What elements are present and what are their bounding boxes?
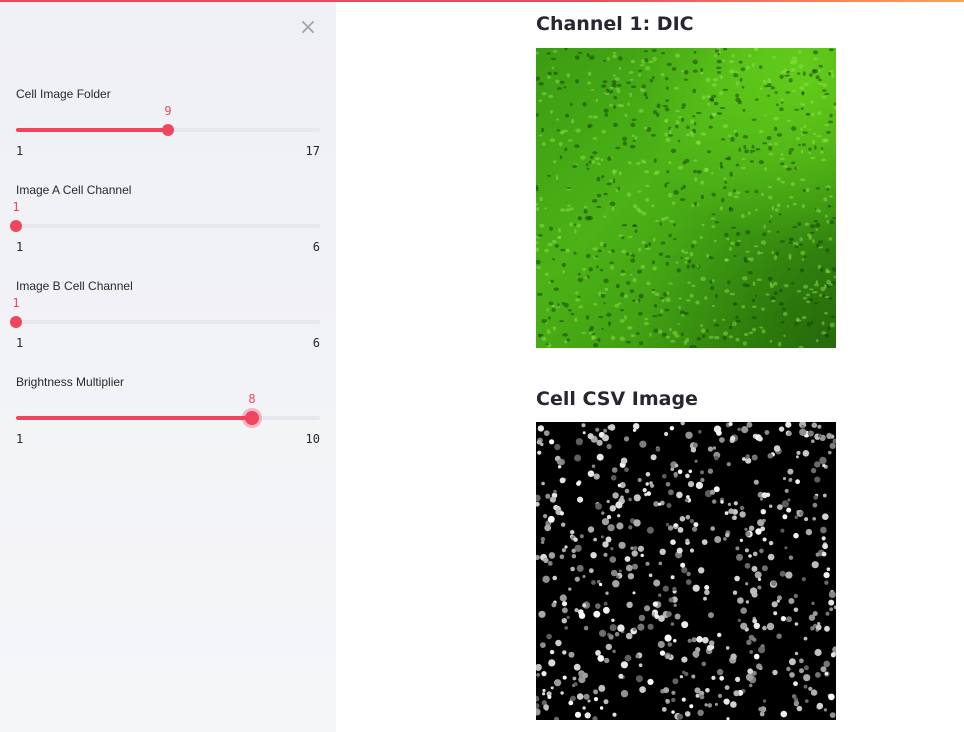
- slider-track[interactable]: [10, 316, 320, 328]
- cell-csv-heading: Cell CSV Image: [536, 388, 698, 410]
- slider-max-label: 17: [305, 144, 320, 158]
- dic-cell-texture: [536, 48, 836, 348]
- slider-min-label: 1: [16, 432, 24, 446]
- close-icon[interactable]: ×: [298, 17, 318, 39]
- slider-label: Image A Cell Channel: [16, 183, 132, 197]
- slider-image-b-cell-channel: Image B Cell Channel 1 1 6: [10, 279, 320, 350]
- slider-current-value: 1: [12, 200, 20, 214]
- slider-label: Brightness Multiplier: [16, 375, 125, 389]
- slider-fill: [16, 416, 252, 420]
- slider-track[interactable]: [16, 411, 320, 425]
- slider-max-label: 10: [305, 432, 320, 446]
- slider-max-label: 6: [312, 240, 320, 254]
- slider-brightness-multiplier: Brightness Multiplier 8 1 10: [16, 375, 320, 446]
- slider-thumb[interactable]: [245, 411, 259, 425]
- slider-min-label: 1: [16, 336, 24, 350]
- slider-fill: [16, 128, 168, 132]
- slider-current-value: 8: [248, 392, 256, 406]
- slider-min-label: 1: [16, 240, 24, 254]
- slider-track[interactable]: [16, 124, 320, 136]
- slider-track[interactable]: [10, 220, 320, 232]
- dic-channel-image: [536, 48, 836, 348]
- slider-current-value: 9: [164, 104, 172, 118]
- cell-csv-dots: [536, 422, 836, 720]
- slider-current-value: 1: [12, 296, 20, 310]
- cell-csv-image: [536, 422, 836, 720]
- slider-image-a-cell-channel: Image A Cell Channel 1 1 6: [10, 183, 320, 254]
- slider-min-label: 1: [16, 144, 24, 158]
- slider-thumb[interactable]: [10, 220, 22, 232]
- dic-channel-heading: Channel 1: DIC: [536, 13, 694, 35]
- sidebar: × Cell Image Folder 9 1 17 Image A Cell …: [0, 2, 336, 732]
- slider-thumb[interactable]: [10, 316, 22, 328]
- slider-thumb[interactable]: [162, 124, 174, 136]
- slider-max-label: 6: [312, 336, 320, 350]
- slider-cell-image-folder: Cell Image Folder 9 1 17: [16, 87, 320, 158]
- slider-label: Cell Image Folder: [16, 87, 111, 101]
- slider-label: Image B Cell Channel: [16, 279, 133, 293]
